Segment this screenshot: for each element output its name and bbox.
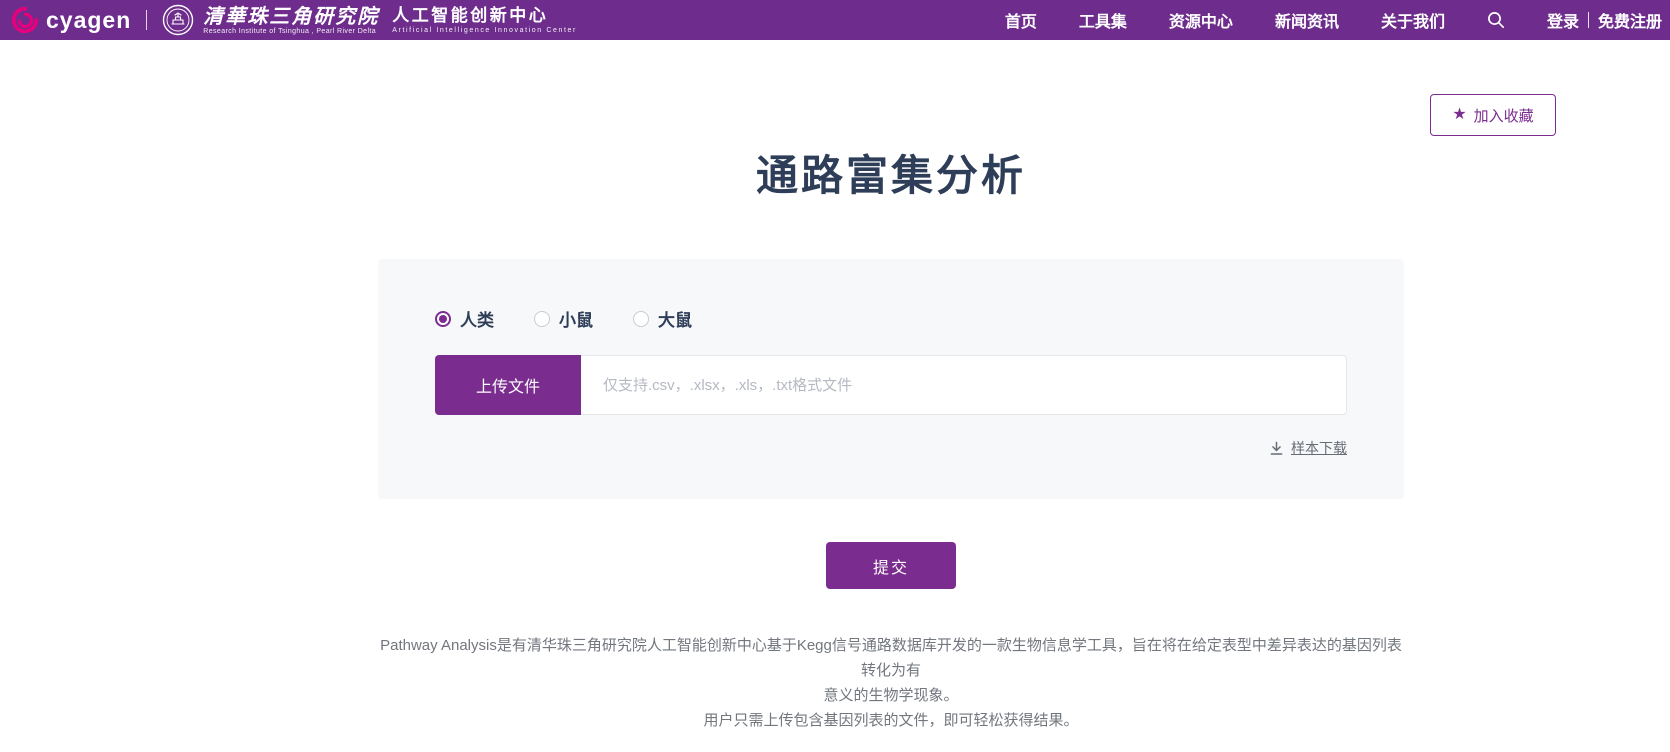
institute-name: 清華珠三角研究院 bbox=[203, 3, 380, 28]
tool-description: Pathway Analysis是有清华珠三角研究院人工智能创新中心基于Kegg… bbox=[378, 633, 1404, 733]
nav-item-home[interactable]: 首页 bbox=[1005, 8, 1037, 32]
nav-item-about[interactable]: 关于我们 bbox=[1381, 8, 1445, 32]
nav-item-resources[interactable]: 资源中心 bbox=[1169, 8, 1233, 32]
main-navigation: 首页 工具集 资源中心 新闻资讯 关于我们 登录 免费注册 bbox=[1005, 8, 1662, 32]
institute-title-block: 清華珠三角研究院 Research Institute of Tsinghua … bbox=[203, 6, 379, 35]
species-radio-group: 人类 小鼠 大鼠 bbox=[435, 306, 1347, 331]
auth-links: 登录 免费注册 bbox=[1547, 8, 1662, 32]
login-link[interactable]: 登录 bbox=[1547, 8, 1579, 32]
nav-item-news[interactable]: 新闻资讯 bbox=[1275, 8, 1339, 32]
tsinghua-seal-icon bbox=[163, 4, 194, 36]
add-favorite-label: 加入收藏 bbox=[1473, 107, 1534, 125]
radio-option-rat[interactable]: 大鼠 bbox=[633, 306, 692, 331]
search-icon bbox=[1488, 12, 1505, 29]
sample-download-label: 样本下载 bbox=[1291, 440, 1347, 456]
radio-circle-mouse[interactable] bbox=[534, 310, 550, 327]
radio-circle-rat[interactable] bbox=[633, 310, 649, 327]
radio-label-mouse: 小鼠 bbox=[559, 311, 593, 330]
submit-button[interactable]: 提交 bbox=[826, 542, 956, 589]
header-brand-area: cyagen 清華珠三角研究院 Research Institute of Ts… bbox=[10, 0, 577, 40]
description-line-1: Pathway Analysis是有清华珠三角研究院人工智能创新中心基于Kegg… bbox=[380, 637, 1402, 679]
file-path-input[interactable] bbox=[581, 355, 1347, 415]
cyagen-logo[interactable]: cyagen bbox=[10, 5, 131, 35]
search-button[interactable] bbox=[1487, 11, 1505, 29]
register-link[interactable]: 免费注册 bbox=[1598, 8, 1662, 32]
sample-download-row: 样本下载 bbox=[435, 438, 1347, 458]
radio-label-rat: 大鼠 bbox=[658, 311, 692, 330]
download-icon bbox=[1270, 441, 1283, 455]
upload-file-button[interactable]: 上传文件 bbox=[435, 355, 581, 415]
radio-label-human: 人类 bbox=[460, 311, 494, 330]
ai-center-name: 人工智能创新中心 bbox=[392, 5, 549, 25]
ai-center-subtitle: Artificial Intelligence Innovation Cente… bbox=[392, 26, 577, 34]
auth-divider bbox=[1587, 12, 1589, 28]
add-favorite-button[interactable]: ★ 加入收藏 bbox=[1430, 94, 1556, 136]
top-navbar: cyagen 清華珠三角研究院 Research Institute of Ts… bbox=[0, 0, 1670, 40]
radio-option-mouse[interactable]: 小鼠 bbox=[534, 306, 593, 331]
upload-row: 上传文件 bbox=[435, 355, 1347, 415]
cyagen-logo-text: cyagen bbox=[46, 6, 132, 33]
institute-subtitle: Research Institute of Tsinghua , Pearl R… bbox=[203, 27, 377, 35]
star-icon: ★ bbox=[1452, 106, 1467, 123]
description-line-3: 用户只需上传包含基因列表的文件，即可轻松获得结果。 bbox=[703, 712, 1079, 729]
main-content: 通路富集分析 人类 小鼠 大鼠 上传文件 仅支持.csv，.xlsx，.xls，… bbox=[378, 142, 1404, 733]
description-line-2: 意义的生物学现象。 bbox=[823, 687, 959, 704]
sample-download-link[interactable]: 样本下载 bbox=[1269, 438, 1347, 458]
radio-circle-human[interactable] bbox=[435, 310, 451, 327]
logo-divider bbox=[146, 10, 148, 30]
nav-item-toolset[interactable]: 工具集 bbox=[1079, 8, 1127, 32]
ai-center-title-block: 人工智能创新中心 Artificial Intelligence Innovat… bbox=[392, 7, 577, 34]
analysis-form-card: 人类 小鼠 大鼠 上传文件 样本下载 bbox=[378, 259, 1404, 499]
radio-option-human[interactable]: 人类 bbox=[435, 306, 494, 331]
cyagen-logo-icon bbox=[11, 6, 39, 34]
page-title: 通路富集分析 bbox=[755, 152, 1026, 199]
